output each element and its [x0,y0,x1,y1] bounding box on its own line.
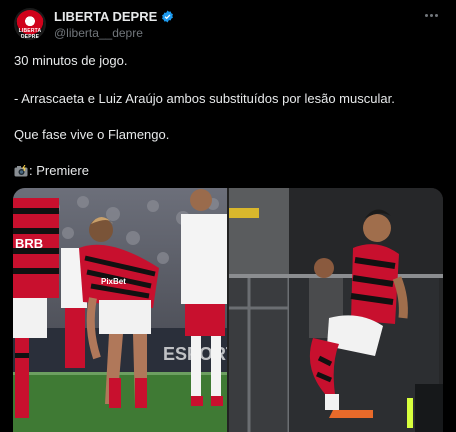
tweet-header: LIBERTA DEPRE LIBERTA DEPRE @liberta__de… [14,6,446,42]
avatar[interactable]: LIBERTA DEPRE [14,8,46,40]
camera-flash-icon [14,165,28,177]
sponsor-text: PixBet [101,277,126,286]
tweet-line-3: Que fase vive o Flamengo. [14,127,170,142]
name-row: LIBERTA DEPRE [54,9,174,24]
verified-badge-icon [162,10,174,23]
stadium-photo-left: ESPORTES BRB PixBet [13,188,227,432]
tweet-media[interactable]: ESPORTES BRB PixBet [13,188,443,432]
avatar-text: LIBERTA DEPRE [18,28,42,40]
photo-right[interactable] [229,188,443,432]
photo-credit: : Premiere [29,163,89,178]
shirt-text: BRB [15,236,43,251]
display-name[interactable]: LIBERTA DEPRE [54,9,157,24]
photo-left[interactable]: ESPORTES BRB PixBet [13,188,227,432]
tweet-line-4: : Premiere [14,162,89,179]
tweet-line-1: 30 minutos de jogo. [14,53,128,68]
tweet-line-2: - Arrascaeta e Luiz Araújo ambos substit… [14,91,395,106]
user-handle[interactable]: @liberta__depre [54,26,143,40]
more-options-icon[interactable] [422,8,440,22]
stadium-photo-right [229,188,443,432]
